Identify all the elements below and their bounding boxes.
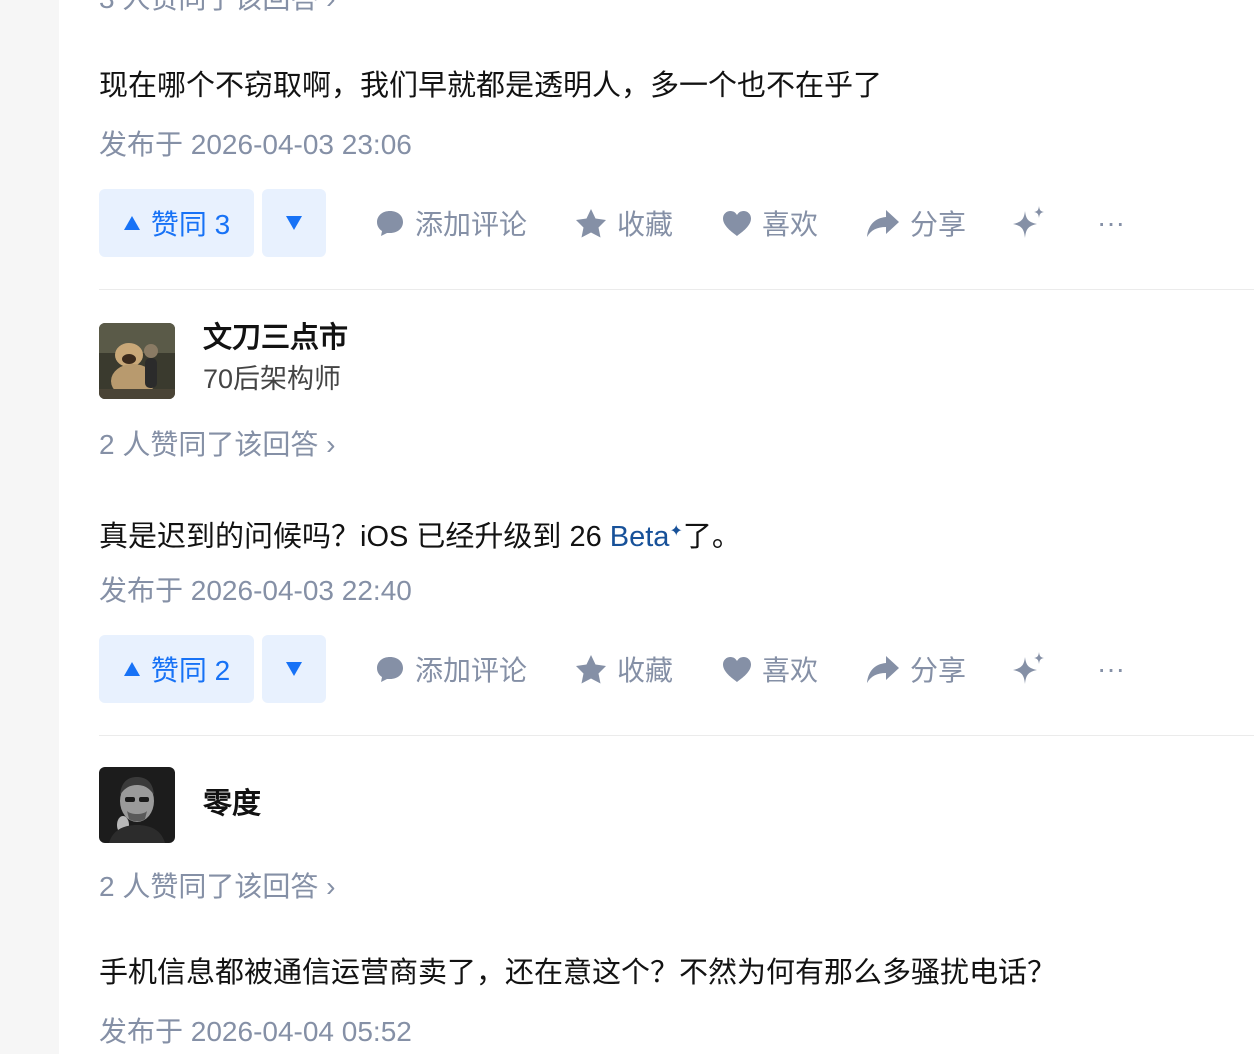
star-icon [576, 655, 606, 684]
page-background-gutter [0, 0, 59, 1054]
answer-divider [99, 289, 1254, 290]
collect-button[interactable]: 收藏 [575, 189, 673, 257]
share-arrow-icon [867, 656, 899, 683]
author-name[interactable]: 文刀三点市 [203, 320, 348, 356]
sparkle-icon [1013, 652, 1044, 684]
star-icon [576, 209, 606, 238]
like-label: 喜欢 [762, 209, 819, 240]
share-label: 分享 [910, 209, 967, 240]
voters-link[interactable]: 3 人赞同了该回答 › [99, 0, 335, 17]
triangle-up-icon [123, 216, 140, 230]
like-button[interactable]: 喜欢 [722, 635, 818, 703]
collect-label: 收藏 [617, 655, 674, 686]
answer-actions: 赞同 3 添加评论 收藏 喜欢 分享 ··· [99, 189, 1199, 257]
answer-content: 真是迟到的问候吗？iOS 已经升级到 26 Beta✦了。 [99, 512, 741, 557]
triangle-down-icon [286, 216, 302, 230]
more-button[interactable]: ··· [1097, 189, 1125, 257]
publish-time[interactable]: 发布于 2026-04-04 05:52 [99, 1014, 412, 1050]
publish-time[interactable]: 发布于 2026-04-03 23:06 [99, 127, 412, 163]
ai-assistant-button[interactable] [1011, 635, 1047, 703]
sparkle-icon [1013, 206, 1044, 238]
more-button[interactable]: ··· [1097, 635, 1125, 703]
search-sparkle-icon: ✦ [669, 523, 683, 540]
upvote-label: 赞同 3 [150, 209, 231, 240]
avatar[interactable] [99, 767, 175, 843]
more-label: ··· [1097, 207, 1125, 238]
ai-assistant-button[interactable] [1011, 189, 1047, 257]
avatar-image [99, 767, 175, 843]
heart-icon [723, 656, 751, 682]
like-button[interactable]: 喜欢 [722, 189, 818, 257]
share-arrow-icon [867, 210, 899, 237]
answer-divider [99, 735, 1254, 736]
comment-bubble-icon [377, 211, 403, 236]
answer-actions: 赞同 2 添加评论 收藏 喜欢 分享 ··· [99, 635, 1199, 703]
collect-button[interactable]: 收藏 [575, 635, 673, 703]
upvote-button[interactable]: 赞同 2 [99, 635, 254, 703]
collect-label: 收藏 [617, 209, 674, 240]
answer-content: 现在哪个不窃取啊，我们早就都是透明人，多一个也不在乎了 [99, 70, 883, 102]
avatar-image [99, 323, 175, 399]
comment-bubble-icon [377, 657, 403, 682]
search-link[interactable]: Beta✦ [610, 521, 683, 553]
comment-button[interactable]: 添加评论 [375, 635, 527, 703]
voters-link[interactable]: 2 人赞同了该回答 › [99, 427, 335, 463]
share-label: 分享 [910, 655, 967, 686]
avatar[interactable] [99, 323, 175, 399]
voters-link[interactable]: 2 人赞同了该回答 › [99, 869, 335, 905]
comment-button[interactable]: 添加评论 [375, 189, 527, 257]
like-label: 喜欢 [762, 655, 819, 686]
upvote-button[interactable]: 赞同 3 [99, 189, 254, 257]
publish-time[interactable]: 发布于 2026-04-03 22:40 [99, 573, 412, 609]
triangle-down-icon [286, 662, 302, 676]
answers-card: 3 人赞同了该回答 › 现在哪个不窃取啊，我们早就都是透明人，多一个也不在乎了 … [59, 0, 1254, 1054]
downvote-button[interactable] [262, 635, 326, 703]
answer-content: 手机信息都被通信运营商卖了，还在意这个？不然为何有那么多骚扰电话？ [99, 957, 1057, 989]
author-name[interactable]: 零度 [203, 786, 261, 822]
author-headline: 70后架构师 [203, 364, 342, 394]
content-text: 了。 [682, 521, 741, 553]
comment-label: 添加评论 [415, 655, 528, 686]
share-button[interactable]: 分享 [866, 189, 966, 257]
search-link-text: Beta [609, 521, 670, 553]
share-button[interactable]: 分享 [866, 635, 966, 703]
downvote-button[interactable] [262, 189, 326, 257]
triangle-up-icon [123, 662, 140, 676]
comment-label: 添加评论 [415, 209, 528, 240]
more-label: ··· [1097, 653, 1125, 684]
heart-icon [723, 210, 751, 236]
upvote-label: 赞同 2 [150, 655, 231, 686]
content-text: 真是迟到的问候吗？iOS 已经升级到 26 [99, 521, 610, 553]
